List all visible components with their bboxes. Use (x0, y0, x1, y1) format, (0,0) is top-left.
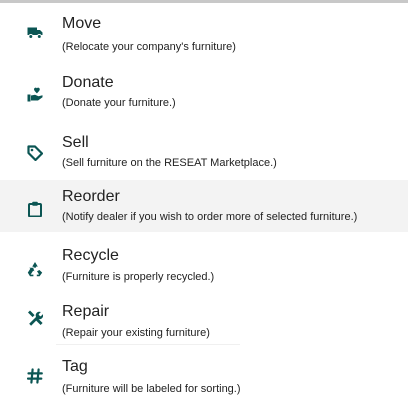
menu-item-description: (Donate your furniture.) (62, 97, 176, 109)
menu-item-reorder[interactable]: Reorder (Notify dealer if you wish to or… (0, 180, 408, 232)
tag-icon (27, 145, 43, 161)
menu-item-title: Recycle (62, 247, 119, 264)
menu-item-description: (Relocate your company's furniture) (62, 41, 236, 53)
menu-item-description: (Furniture is properly recycled.) (62, 271, 215, 283)
menu-item-tag[interactable]: Tag (Furniture will be labeled for sorti… (0, 355, 408, 403)
menu-item-description: (Furniture will be labeled for sorting.) (62, 383, 241, 395)
menu-item-move[interactable]: Move (Relocate your company's furniture) (0, 4, 408, 54)
hand-heart-icon (27, 86, 43, 102)
menu-item-donate[interactable]: Donate (Donate your furniture.) (0, 64, 408, 114)
clipboard-icon (27, 201, 43, 217)
menu-item-title: Repair (62, 303, 110, 320)
divider (56, 344, 240, 345)
menu-top-border (0, 0, 408, 3)
menu-item-description: (Notify dealer if you wish to order more… (62, 211, 358, 223)
recycle-icon (27, 261, 43, 277)
tools-icon (27, 310, 43, 326)
menu-item-recycle[interactable]: Recycle (Furniture is properly recycled.… (0, 243, 408, 293)
menu-item-description: (Sell furniture on the RESEAT Marketplac… (62, 157, 277, 169)
menu-item-title: Move (62, 15, 102, 32)
truck-icon (27, 24, 43, 40)
menu-item-sell[interactable]: Sell (Sell furniture on the RESEAT Marke… (0, 125, 408, 175)
menu-item-title: Reorder (62, 188, 120, 205)
menu-item-title: Donate (62, 74, 114, 91)
menu-item-title: Tag (62, 358, 88, 375)
menu-item-title: Sell (62, 134, 89, 151)
menu-item-repair[interactable]: Repair (Repair your existing furniture) (0, 300, 408, 350)
hashtag-icon (27, 368, 43, 384)
menu-item-description: (Repair your existing furniture) (62, 327, 210, 339)
action-menu: Move (Relocate your company's furniture)… (0, 0, 408, 403)
